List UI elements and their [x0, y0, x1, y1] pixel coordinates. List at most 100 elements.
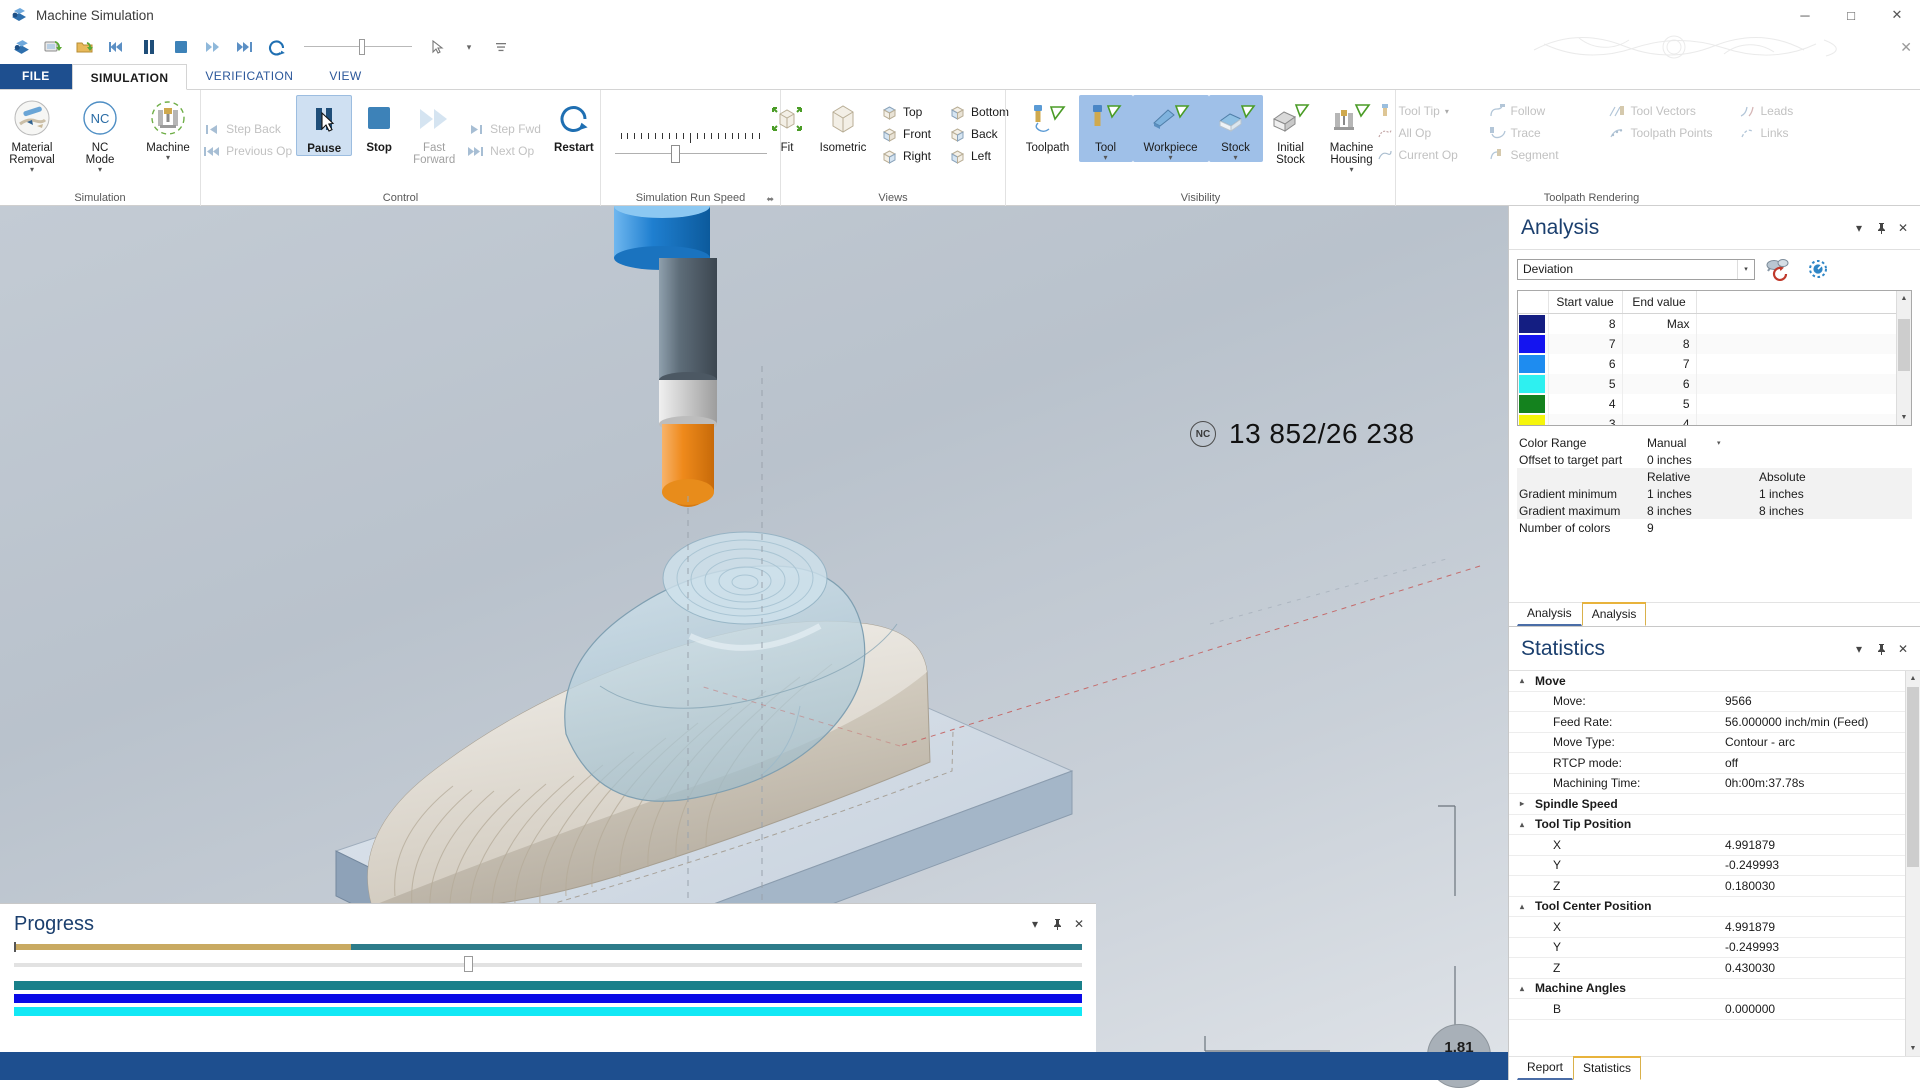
progress-close-button[interactable]: ✕ [1068, 913, 1090, 935]
statistics-pin-button[interactable] [1870, 638, 1892, 660]
open-folder-icon[interactable] [70, 33, 100, 61]
follow-button[interactable]: Follow [1483, 100, 1603, 122]
step-back-button[interactable]: Step Back [198, 118, 296, 140]
restart-icon[interactable] [262, 33, 292, 61]
scroll-down-icon[interactable]: ▼ [1897, 410, 1911, 425]
stop-button[interactable]: Stop [352, 95, 406, 154]
tool-visibility-caret-icon[interactable]: ▾ [1103, 154, 1107, 162]
select-cursor-icon[interactable] [422, 33, 452, 61]
analysis-table-row[interactable]: 67 [1518, 353, 1911, 374]
ribbon-collapse-button[interactable]: ✕ [1900, 30, 1912, 64]
pause-button[interactable]: Pause [296, 95, 353, 156]
restart-button[interactable]: Restart [545, 95, 603, 154]
statistics-group-row[interactable]: ▴ Move [1509, 671, 1920, 692]
speed-slider-knob[interactable] [670, 144, 680, 163]
initial-stock-button[interactable]: Initial Stock [1263, 95, 1319, 166]
simulation-viewport[interactable]: NC 13 852/26 238 1.81 in Left Front [0, 206, 1508, 1088]
statistics-group-row[interactable]: ▴ Tool Tip Position [1509, 815, 1920, 835]
number-of-colors-value[interactable]: 9 [1647, 521, 1759, 535]
previous-op-button[interactable]: Previous Op [198, 140, 296, 162]
maximize-button[interactable]: □ [1828, 0, 1874, 30]
all-op-button[interactable]: All Op [1371, 122, 1483, 144]
pause-icon[interactable] [134, 33, 164, 61]
analysis-table-row[interactable]: 56 [1518, 373, 1911, 394]
tab-verification[interactable]: VERIFICATION [187, 63, 311, 89]
minimize-button[interactable]: ─ [1782, 0, 1828, 30]
machine-housing-caret-icon[interactable]: ▾ [1349, 166, 1353, 174]
open-machine-icon[interactable] [38, 33, 68, 61]
recompute-analysis-icon[interactable] [1764, 256, 1794, 282]
analysis-table-scrollbar[interactable]: ▲ ▼ [1896, 291, 1911, 425]
step-forward-button[interactable]: Step Fwd [462, 118, 545, 140]
material-removal-button[interactable]: Material Removal ▾ [0, 95, 66, 174]
tab-view[interactable]: VIEW [311, 63, 379, 89]
statistics-group-row[interactable]: ▴ Machine Angles [1509, 979, 1920, 999]
progress-scrubber-knob[interactable] [463, 956, 473, 972]
workpiece-visibility-button[interactable]: Workpiece ▾ [1132, 95, 1209, 162]
stock-visibility-caret-icon[interactable]: ▾ [1233, 154, 1237, 162]
analysis-color-table[interactable]: Start value End value 8 Max 7 8 6 7 5 6 4 5 3 4 ▲ ▼ [1517, 290, 1912, 426]
tab-simulation[interactable]: SIMULATION [71, 64, 188, 90]
tool-tip-caret-icon[interactable]: ▾ [1445, 107, 1449, 116]
progress-collapse-button[interactable]: ▾ [1024, 913, 1046, 935]
right-view-button[interactable]: Right [875, 145, 943, 167]
gradient-minimum-relative[interactable]: 1 inches [1647, 487, 1759, 501]
fast-forward-icon[interactable] [198, 33, 228, 61]
tab-file[interactable]: FILE [0, 63, 72, 89]
current-op-button[interactable]: Current Op [1371, 144, 1483, 166]
workpiece-visibility-caret-icon[interactable]: ▾ [1168, 154, 1172, 162]
analysis-pin-button[interactable] [1870, 217, 1892, 239]
analysis-collapse-button[interactable]: ▾ [1848, 217, 1870, 239]
trace-button[interactable]: Trace [1483, 122, 1603, 144]
fast-forward-button[interactable]: Fast Forward [406, 95, 462, 166]
top-view-button[interactable]: Top [875, 101, 943, 123]
segment-button[interactable]: Segment [1483, 144, 1603, 166]
expander-icon[interactable]: ▴ [1509, 820, 1535, 829]
chevron-down-icon[interactable]: ▾ [1737, 259, 1754, 279]
analysis-table-row[interactable]: 34 [1518, 413, 1911, 425]
select-dropdown-icon[interactable]: ▾ [454, 33, 484, 61]
nc-mode-button[interactable]: NC NC Mode ▾ [66, 95, 134, 174]
isometric-view-button[interactable]: Isometric [811, 95, 875, 154]
analysis-close-button[interactable]: ✕ [1892, 217, 1914, 239]
expander-icon[interactable]: ▴ [1509, 676, 1535, 685]
gradient-minimum-absolute[interactable]: 1 inches [1759, 487, 1871, 501]
toolpath-visibility-button[interactable]: Toolpath [1017, 95, 1079, 154]
run-speed-dialog-launcher-icon[interactable]: ⬌ [766, 192, 774, 207]
gradient-maximum-relative[interactable]: 8 inches [1647, 504, 1759, 518]
material-removal-caret-icon[interactable]: ▾ [30, 166, 34, 174]
fit-view-button[interactable]: Fit [763, 95, 811, 154]
next-op-button[interactable]: Next Op [462, 140, 545, 162]
stop-icon[interactable] [166, 33, 196, 61]
qat-speed-slider[interactable] [304, 36, 412, 58]
color-range-value[interactable]: Manual [1647, 436, 1759, 450]
close-button[interactable]: ✕ [1874, 0, 1920, 30]
links-button[interactable]: Links [1733, 122, 1813, 144]
machine-button[interactable]: Machine ▾ [134, 95, 202, 162]
skip-end-icon[interactable] [230, 33, 260, 61]
stock-visibility-button[interactable]: Stock ▾ [1208, 95, 1263, 162]
analysis-mode-select[interactable]: Deviation ▾ [1517, 258, 1755, 280]
progress-pin-button[interactable] [1046, 913, 1068, 935]
statistics-group-row[interactable]: ▸ Spindle Speed [1509, 794, 1920, 815]
offset-target-value[interactable]: 0 inches [1647, 453, 1759, 467]
qat-more-icon[interactable] [486, 33, 516, 61]
machine-caret-icon[interactable]: ▾ [166, 154, 170, 162]
progress-scrubber[interactable] [14, 956, 1082, 972]
progress-op-bar-blue[interactable] [14, 994, 1082, 1003]
progress-op-bar-teal[interactable] [14, 981, 1082, 990]
toolpath-points-button[interactable]: Toolpath Points [1603, 122, 1733, 144]
analysis-table-row[interactable]: 8 Max [1518, 313, 1911, 334]
analysis-table-row[interactable]: 78 [1518, 333, 1911, 354]
tab-statistics[interactable]: Statistics [1573, 1056, 1642, 1080]
tab-report[interactable]: Report [1517, 1056, 1574, 1080]
rewind-icon[interactable] [102, 33, 132, 61]
scroll-up-icon[interactable]: ▲ [1897, 291, 1911, 306]
leads-button[interactable]: Leads [1733, 100, 1813, 122]
simulation-run-speed-slider[interactable] [614, 131, 767, 173]
statistics-close-button[interactable]: ✕ [1892, 638, 1914, 660]
tool-vectors-button[interactable]: Tool Vectors [1603, 100, 1733, 122]
qat-slider-knob[interactable] [359, 39, 365, 55]
statistics-scrollbar-thumb[interactable] [1907, 687, 1919, 867]
statistics-collapse-button[interactable]: ▾ [1848, 638, 1870, 660]
